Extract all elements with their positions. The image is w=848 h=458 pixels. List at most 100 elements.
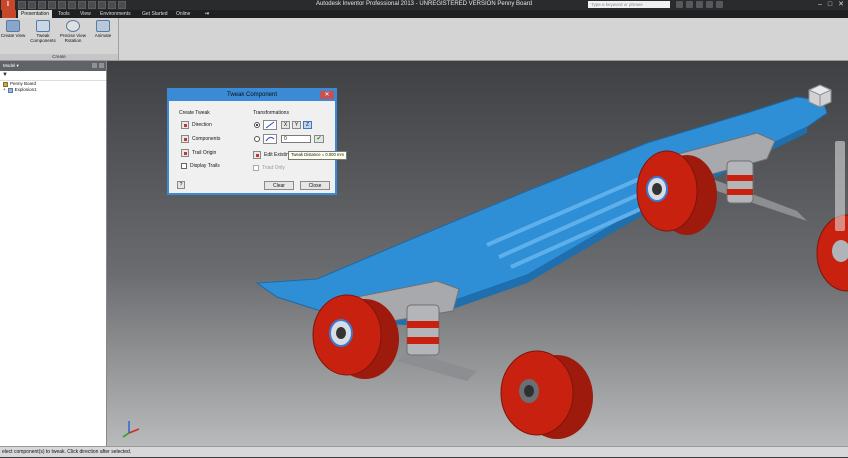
favorites-icon[interactable]	[706, 1, 713, 8]
appearance-dropdown-icon[interactable]	[98, 1, 106, 9]
redo-icon[interactable]	[58, 1, 66, 9]
material-dropdown-icon[interactable]	[88, 1, 96, 9]
help-toolbar	[676, 1, 723, 8]
rotation-icon	[66, 20, 80, 32]
application-menu-button[interactable]	[2, 10, 16, 18]
maximize-button[interactable]: □	[828, 1, 832, 8]
create-group-label: Create	[0, 54, 118, 60]
tree-item-label: Explosion1	[14, 87, 37, 92]
model-browser: Model ▾ ▼ Penny Board + Explosion1	[0, 61, 107, 446]
tweak-component-dialog: Tweak Component ✕ Create Tweak Direction…	[167, 88, 347, 195]
animate-button[interactable]: Animate	[90, 20, 116, 38]
browser-close-icon[interactable]	[99, 63, 104, 68]
open-icon[interactable]	[28, 1, 36, 9]
translate-radio[interactable]	[254, 122, 260, 128]
create-view-icon	[6, 20, 20, 32]
help-icon[interactable]	[716, 1, 723, 8]
update-icon[interactable]	[108, 1, 116, 9]
inventor-logo-icon[interactable]: I	[1, 0, 15, 10]
components-label: Components	[192, 135, 221, 142]
axis-z-button[interactable]: Z	[303, 121, 312, 129]
animate-label: Animate	[94, 33, 112, 38]
coordinate-triad-icon	[122, 421, 140, 438]
dialog-close-icon[interactable]: ✕	[320, 91, 334, 99]
tab-view[interactable]: View	[77, 10, 94, 18]
tweak-distance-input[interactable]: 0	[281, 135, 311, 143]
ribbon-tabs: Presentation Tools View Environments Get…	[0, 10, 848, 18]
select-arrow-icon	[181, 148, 189, 157]
exploded-wheel[interactable]	[500, 350, 593, 439]
display-trails-checkbox[interactable]: Display Trails	[181, 161, 220, 170]
explosion-icon	[7, 87, 13, 93]
ribbon-minimize-icon[interactable]: ▪▾	[202, 10, 212, 18]
select-arrow-icon	[181, 134, 189, 143]
triad-only-checkbox[interactable]: Triad Only	[253, 163, 285, 172]
tab-presentation[interactable]: Presentation	[18, 10, 53, 18]
tab-online[interactable]: Online	[173, 10, 193, 18]
direction-button[interactable]: Direction	[181, 120, 212, 129]
dialog-title: Tweak Component	[226, 92, 278, 98]
precise-view-rotation-label: Precise View Rotation	[60, 33, 86, 43]
select-arrow-icon	[253, 150, 261, 159]
browser-filter-icon[interactable]: ▼	[0, 71, 106, 81]
trail-origin-label: Trail Origin	[192, 149, 217, 156]
triad-only-box[interactable]	[253, 164, 259, 171]
home-icon[interactable]	[68, 1, 76, 9]
tweak-components-button[interactable]: Tweak Components	[30, 20, 56, 43]
navigation-bar[interactable]	[835, 141, 845, 231]
title-bar: I Autodesk Inventor Professional 2013 - …	[0, 0, 848, 10]
minimize-button[interactable]: –	[818, 1, 822, 8]
tweak-components-label: Tweak Components	[30, 33, 56, 43]
browser-add-icon[interactable]	[92, 63, 97, 68]
save-icon[interactable]	[38, 1, 46, 9]
window-controls: – □ ✕	[818, 1, 844, 8]
binoculars-icon[interactable]	[676, 1, 683, 8]
translate-arrow-icon[interactable]	[263, 120, 277, 130]
create-view-button[interactable]: Create View	[0, 20, 26, 38]
animate-icon	[96, 20, 110, 32]
board-deck[interactable]	[255, 96, 828, 325]
transformations-label: Transformations	[253, 110, 289, 116]
display-trails-label: Display Trails	[190, 162, 220, 169]
undo-icon[interactable]	[48, 1, 56, 9]
create-tweak-label: Create Tweak	[179, 110, 210, 116]
measure-icon[interactable]	[118, 1, 126, 9]
create-group: Create View Tweak Components Precise Vie…	[0, 18, 119, 60]
clear-button[interactable]: Clear	[264, 181, 294, 190]
display-trails-box[interactable]	[181, 162, 187, 169]
tweak-distance-tooltip: Tweak Distance = 0.000 mm	[288, 151, 347, 160]
trail-origin-button[interactable]: Trail Origin	[181, 148, 216, 157]
dialog-title-bar[interactable]: Tweak Component ✕	[169, 90, 335, 101]
close-window-button[interactable]: ✕	[838, 1, 844, 8]
help-button[interactable]: ?	[177, 181, 185, 189]
assembly-icon	[3, 81, 8, 87]
help-search-input[interactable]: Type a keyword or phrase	[588, 1, 670, 8]
tab-tools[interactable]: Tools	[55, 10, 73, 18]
direction-label: Direction	[192, 121, 212, 128]
status-bar: elect component(s) to tweak. Click direc…	[0, 446, 848, 457]
expand-icon[interactable]: +	[3, 87, 6, 93]
print-icon[interactable]	[78, 1, 86, 9]
quick-access-toolbar	[18, 1, 126, 9]
tree-item-explosion1[interactable]: + Explosion1	[0, 87, 106, 93]
browser-title[interactable]: Model ▾	[3, 63, 19, 68]
communication-icon[interactable]	[696, 1, 703, 8]
create-view-label: Create View	[0, 33, 26, 38]
rotate-radio[interactable]	[254, 136, 260, 142]
rotate-icon[interactable]	[263, 134, 277, 144]
close-button[interactable]: Close	[300, 181, 330, 190]
select-arrow-icon	[181, 120, 189, 129]
tab-environments[interactable]: Environments	[97, 10, 134, 18]
ribbon-panel: Create View Tweak Components Precise Vie…	[0, 18, 848, 61]
new-icon[interactable]	[18, 1, 26, 9]
edit-existing-trail-button[interactable]: Edit Existing	[253, 150, 292, 159]
back-wheel[interactable]	[636, 150, 717, 235]
components-button[interactable]: Components	[181, 134, 220, 143]
tab-get-started[interactable]: Get Started	[139, 10, 171, 18]
axis-y-button[interactable]: Y	[292, 121, 301, 129]
subscription-icon[interactable]	[686, 1, 693, 8]
apply-check-button[interactable]: ✔	[314, 135, 324, 143]
viewcube-icon[interactable]	[807, 83, 833, 109]
precise-view-rotation-button[interactable]: Precise View Rotation	[60, 20, 86, 43]
axis-x-button[interactable]: X	[281, 121, 290, 129]
